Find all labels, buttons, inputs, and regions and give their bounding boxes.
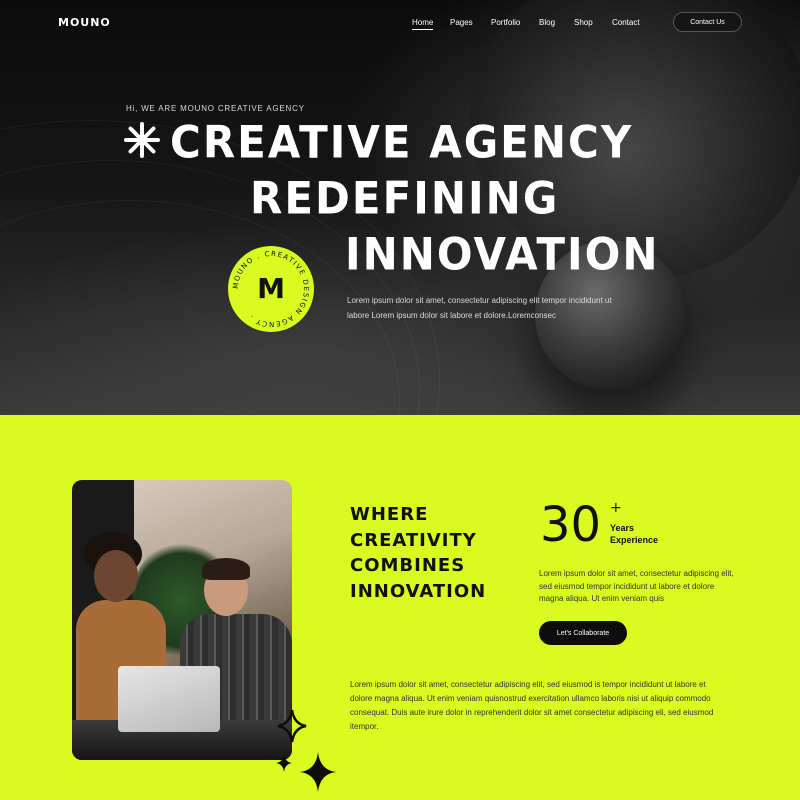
headline-line: INNOVATION bbox=[350, 580, 487, 602]
contact-us-button[interactable]: Contact Us bbox=[673, 12, 742, 32]
badge-letter: M bbox=[257, 272, 285, 305]
hero-title-line3: INNOVATION bbox=[345, 228, 660, 281]
rotating-badge: MOUNO . CREATIVE DESIGN AGENCY . M bbox=[228, 246, 314, 332]
photo-person-hair bbox=[202, 558, 250, 580]
nav-item-shop[interactable]: Shop bbox=[574, 18, 593, 27]
team-photo bbox=[72, 480, 292, 760]
hero-section: MOUNO Home Pages Portfolio Blog Shop Con… bbox=[0, 0, 800, 415]
hero-description: Lorem ipsum dolor sit amet, consectetur … bbox=[347, 293, 647, 323]
hero-title-line1: CREATIVE AGENCY bbox=[170, 116, 634, 169]
sparkle-icon bbox=[276, 709, 336, 792]
about-headline: WHERE CREATIVITY COMBINES INNOVATION bbox=[350, 502, 486, 604]
experience-plus: + bbox=[610, 500, 622, 516]
collaborate-button[interactable]: Let's Collaborate bbox=[539, 621, 627, 645]
nav-item-home[interactable]: Home bbox=[412, 18, 434, 30]
headline-line: COMBINES bbox=[350, 555, 466, 576]
experience-label-line2: Experience bbox=[610, 535, 659, 545]
experience-label: Years Experience bbox=[610, 522, 658, 546]
headline-line: CREATIVITY bbox=[350, 529, 477, 551]
nav-item-contact[interactable]: Contact bbox=[612, 18, 640, 27]
hero-title-line2: REDEFINING bbox=[250, 172, 560, 225]
headline-line: WHERE bbox=[350, 504, 429, 525]
about-body-text: Lorem ipsum dolor sit amet, consectetur … bbox=[350, 680, 714, 731]
hero-description-line2: labore Lorem ipsum dolor sit labore et d… bbox=[347, 311, 556, 320]
hero-kicker: Hi, WE ARE MOUNO CREATIVE AGENCY bbox=[126, 104, 305, 113]
photo-person-head bbox=[94, 550, 138, 602]
experience-description: Lorem ipsum dolor sit amet, consectetur … bbox=[539, 569, 734, 603]
experience-number: 30 bbox=[540, 497, 602, 553]
nav-item-portfolio[interactable]: Portfolio bbox=[491, 18, 520, 27]
site-logo[interactable]: MOUNO bbox=[58, 16, 111, 29]
asterisk-icon bbox=[124, 122, 160, 158]
photo-laptop bbox=[118, 666, 220, 732]
experience-label-line1: Years bbox=[610, 523, 635, 533]
hero-description-line1: Lorem ipsum dolor sit amet, consectetur … bbox=[347, 296, 612, 305]
nav-item-pages[interactable]: Pages bbox=[450, 18, 473, 27]
nav-item-blog[interactable]: Blog bbox=[539, 18, 555, 27]
